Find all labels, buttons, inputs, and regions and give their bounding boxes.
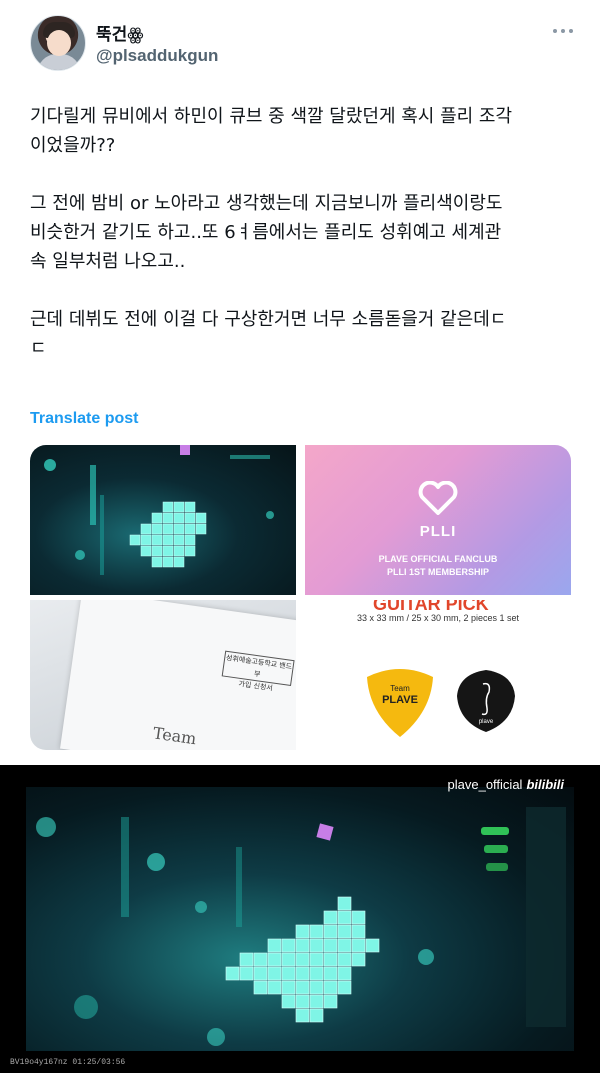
video-frame xyxy=(26,787,574,1051)
plli-subtitle-line: PLLI 1ST MEMBERSHIP xyxy=(386,567,489,577)
post-paragraph: 근데 데뷔도 전에 이걸 다 구상한거면 너무 소름돋을거 같은데ㄷ ㄷ xyxy=(30,309,507,359)
display-name[interactable]: 뚝건ꙮ xyxy=(96,20,144,45)
black-pick-icon: plave xyxy=(457,670,515,732)
media-image-plli[interactable]: PLLI PLAVE OFFICIAL FANCLUB PLLI 1ST MEM… xyxy=(305,445,571,595)
post-header: 뚝건ꙮ @plsaddukgun xyxy=(30,15,575,75)
black-pick-label: plave xyxy=(479,719,494,725)
media-image-paper[interactable]: 성휘예술고등학교 밴드부 가입 신청서 Team xyxy=(30,600,296,750)
avatar[interactable] xyxy=(30,15,86,71)
post-paragraph: 그 전에 밤비 or 노아라고 생각했는데 지금보니까 플리색이랑도 비슷한거 … xyxy=(30,193,503,272)
post-text: 기다릴게 뮤비에서 하민이 큐브 중 색깔 달랐던게 혹시 플리 조각 이었을까… xyxy=(30,102,570,392)
watermark-account: plave_official xyxy=(447,777,523,792)
translate-post-link[interactable]: Translate post xyxy=(30,410,138,428)
paper-scribble: Team xyxy=(151,723,198,749)
video-screenshot[interactable]: plave_official bilibili BV19o4y167nz 01:2… xyxy=(0,765,600,1073)
media-grid: PLLI PLAVE OFFICIAL FANCLUB PLLI 1ST MEM… xyxy=(30,445,571,750)
cube-cluster-graphic xyxy=(44,445,274,575)
media-image-guitar-pick[interactable]: GUITAR PICK 33 x 33 mm / 25 x 30 mm, 2 p… xyxy=(305,600,571,750)
yellow-pick-main-label: PLAVE xyxy=(382,694,418,706)
display-name-suffix: ꙮ xyxy=(127,25,144,45)
media-image-cubes[interactable] xyxy=(30,445,296,595)
cube-scene-graphic xyxy=(36,807,566,1046)
more-options-icon[interactable] xyxy=(553,25,575,37)
plli-heart-icon xyxy=(418,481,458,515)
plli-name: PLLI xyxy=(419,523,457,540)
paper-form-box: 성휘예술고등학교 밴드부 가입 신청서 xyxy=(221,650,295,692)
yellow-pick-top-label: Team xyxy=(390,684,410,693)
pick-dimensions: 33 x 33 mm / 25 x 30 mm, 2 pieces 1 set xyxy=(356,613,520,623)
video-watermark: plave_official bilibili xyxy=(448,777,564,792)
display-name-text: 뚝건 xyxy=(96,25,128,45)
yellow-pick-icon: Team PLAVE xyxy=(367,669,433,737)
video-caption: BV19o4y167nz 01:25/03:56 xyxy=(10,1058,126,1067)
plli-subtitle-line: PLAVE OFFICIAL FANCLUB xyxy=(378,554,498,564)
user-handle[interactable]: @plsaddukgun xyxy=(96,46,218,66)
plli-subtitle: PLAVE OFFICIAL FANCLUB PLLI 1ST MEMBERSH… xyxy=(305,553,571,579)
paper-sheet: 성휘예술고등학교 밴드부 가입 신청서 Team xyxy=(60,600,296,750)
post-paragraph: 기다릴게 뮤비에서 하민이 큐브 중 색깔 달랐던게 혹시 플리 조각 이었을까… xyxy=(30,106,513,156)
bilibili-logo: bilibili xyxy=(526,777,564,792)
